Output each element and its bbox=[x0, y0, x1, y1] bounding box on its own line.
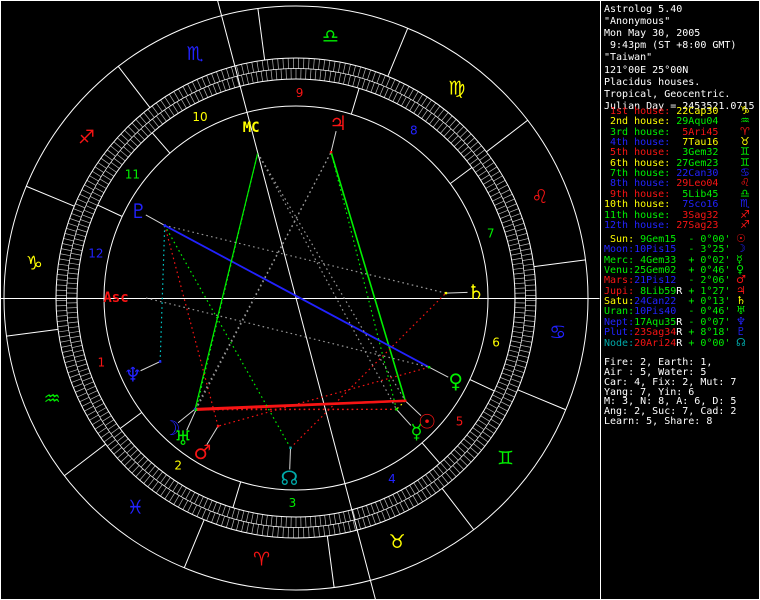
zodiac-mode: Tropical, Geocentric. bbox=[604, 89, 731, 100]
house-number: 11 bbox=[125, 168, 140, 182]
planet-row: Merc: 4Gem33 + 0°02' ☿ bbox=[604, 252, 743, 266]
aquarius-sign-icon: ♒ bbox=[44, 388, 61, 410]
house-system: Placidus houses. bbox=[604, 77, 701, 88]
house-row: 9th house: 5Lib45 ♎ bbox=[604, 186, 750, 200]
uranus-icon: ♅ bbox=[174, 426, 192, 450]
planet-dot bbox=[427, 365, 431, 369]
asc-label: Asc bbox=[103, 290, 128, 306]
house-row: 2nd house: 29Aqu04 ♒ bbox=[604, 114, 750, 128]
virgo-sign-icon: ♍ bbox=[448, 78, 465, 100]
chart-person: "Anonymous" bbox=[604, 16, 671, 27]
pluto-icon: ♇ bbox=[129, 199, 147, 223]
saturn-icon: ♄ bbox=[467, 280, 485, 304]
sign-icon: ♐ bbox=[740, 217, 750, 231]
capricorn-sign-icon: ♑ bbox=[26, 253, 43, 275]
house-number: 2 bbox=[174, 459, 182, 473]
taurus-sign-icon: ♉ bbox=[389, 531, 406, 553]
pisces-sign-icon: ♓ bbox=[127, 496, 144, 518]
planet-row: Plut:23Sag34R + 8°18' ♇ bbox=[604, 325, 746, 339]
chart-time: 9:43pm (ST +8:00 GMT) bbox=[604, 40, 737, 51]
planet-row: Satu:24Can22 + 0°13' ♄ bbox=[604, 294, 746, 308]
planet-dot bbox=[216, 424, 220, 428]
node-icon: ☊ bbox=[736, 335, 746, 349]
planet-row: Node:20Ari24R + 0°00' ☊ bbox=[604, 335, 746, 349]
house-number: 1 bbox=[98, 355, 106, 369]
scorpio-sign-icon: ♏ bbox=[186, 43, 203, 65]
planet-row: Venu:25Gem02 + 0°46' ♀ bbox=[604, 263, 745, 277]
house-row: 1st house: 22Cap30 ♑ bbox=[604, 104, 750, 117]
house-number: 10 bbox=[192, 110, 207, 124]
astrolog-window: ♈ ♉ ♊ ♋ ♌ ♍ ♎ ♏ ♐ ♑ ♒ ♓ 1 2 3 4 5 6 7 8 9 10 11 12 ☉ ☽ ☿ ♀ ♂ ♃ ♄ ♅ ♆ ♇ ☊ As… bbox=[0, 0, 760, 600]
planet-row: Moon:10Pis15 - 3°25' ☽ bbox=[604, 242, 746, 256]
jupiter-icon: ♃ bbox=[329, 111, 347, 135]
stats-learn-share: Learn: 5, Share: 8 bbox=[604, 416, 713, 427]
house-row: 5th house: 3Gem32 ♊ bbox=[604, 145, 750, 159]
planet-dot bbox=[194, 408, 198, 411]
mc-label: MC bbox=[243, 120, 260, 136]
planet-dot bbox=[395, 408, 398, 411]
house-number: 6 bbox=[492, 336, 500, 350]
house-number: 4 bbox=[388, 472, 396, 486]
planet-row: Mars:21Pis12 - 2°06' ♂ bbox=[604, 273, 746, 287]
planet-dot bbox=[404, 399, 407, 402]
house-row: 3rd house: 5Ari45 ♈ bbox=[604, 124, 750, 138]
planet-row: Sun: 9Gem15 - 0°00' ☉ bbox=[604, 232, 746, 245]
planet-dot bbox=[329, 150, 333, 154]
planet-dot bbox=[163, 224, 166, 227]
house-row: 6th house: 27Gem23 ♊ bbox=[604, 155, 750, 169]
chart-date: Mon May 30, 2005 bbox=[604, 28, 701, 39]
house-row: 11th house: 3Sag32 ♐ bbox=[604, 207, 750, 221]
house-number: 8 bbox=[410, 123, 418, 137]
sagittarius-sign-icon: ♐ bbox=[78, 126, 95, 148]
mars-icon: ♂ bbox=[194, 440, 212, 464]
house-row: 10th house: 7Sco16 ♏ bbox=[604, 197, 750, 211]
house-row: 12th house: 27Sag23 ♐ bbox=[604, 217, 750, 231]
venus-icon: ♀ bbox=[448, 369, 463, 393]
chart-coordinates: 121°00E 25°00N bbox=[604, 65, 689, 76]
planet-row: Uran:10Pis40 - 0°46' ♅ bbox=[604, 304, 746, 318]
app-title: Astrolog 5.40 bbox=[604, 4, 683, 15]
house-row: 8th house: 29Leo04 ♌ bbox=[604, 176, 750, 190]
aries-sign-icon: ♈ bbox=[253, 549, 270, 571]
house-number: 9 bbox=[296, 86, 304, 100]
gemini-sign-icon: ♊ bbox=[497, 448, 514, 470]
house-number: 7 bbox=[487, 227, 495, 241]
chart-place: "Taiwan" bbox=[604, 52, 653, 63]
node-icon: ☊ bbox=[281, 466, 299, 490]
mercury-icon: ☿ bbox=[410, 420, 422, 444]
house-number: 3 bbox=[289, 496, 297, 510]
planet-pointer bbox=[445, 291, 468, 294]
info-panel: Astrolog 5.40 "Anonymous" Mon May 30, 20… bbox=[600, 0, 760, 600]
house-number: 5 bbox=[456, 414, 464, 428]
cancer-sign-icon: ♋ bbox=[549, 321, 566, 343]
house-row: 4th house: 7Tau16 ♉ bbox=[604, 135, 750, 149]
leo-sign-icon: ♌ bbox=[531, 186, 548, 208]
house-row: 7th house: 22Can30 ♋ bbox=[604, 166, 750, 180]
planet-row: Jupi: 8Lib59R + 1°27' ♃ bbox=[604, 283, 746, 297]
neptune-icon: ♆ bbox=[124, 362, 142, 386]
planet-dot bbox=[444, 291, 448, 295]
house-number: 12 bbox=[88, 246, 103, 260]
planet-dot bbox=[158, 360, 162, 363]
planet-dot bbox=[289, 446, 292, 450]
planet-row: Nept:17Aqu35R - 0°07' ♆ bbox=[604, 314, 746, 328]
libra-sign-icon: ♎ bbox=[322, 25, 339, 47]
